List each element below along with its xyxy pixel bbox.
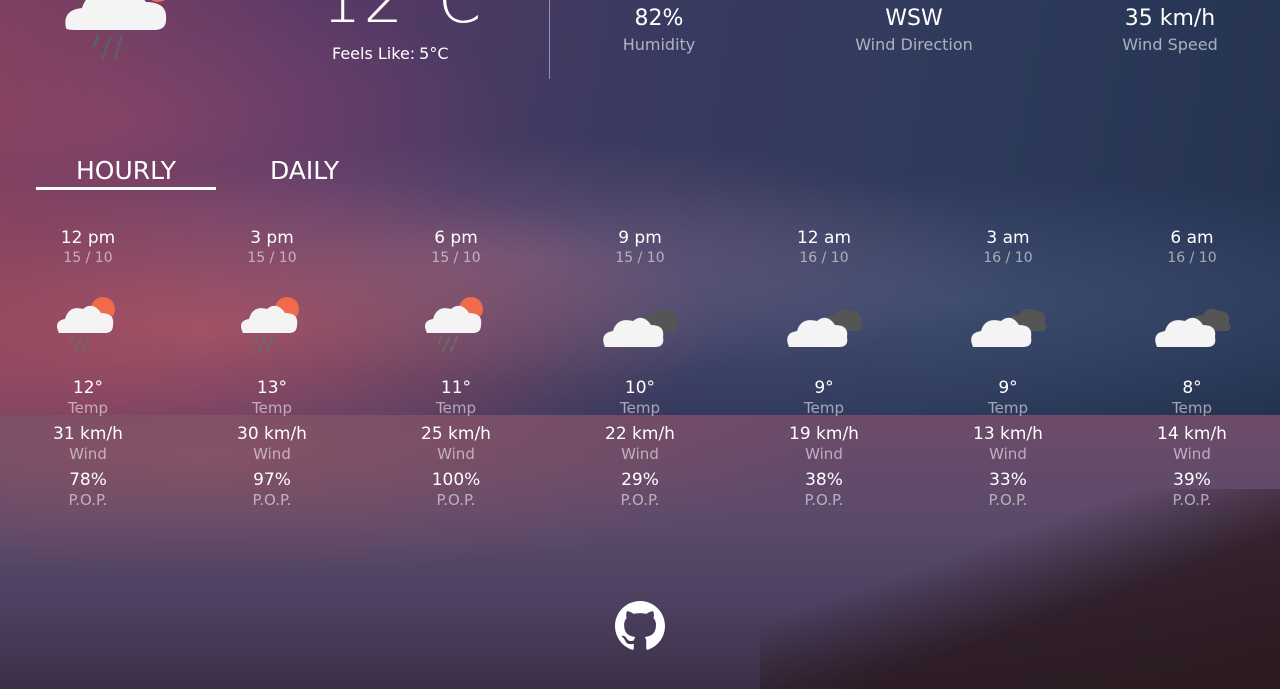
hourly-temp-label: Temp [620,399,660,417]
hourly-range: 16 / 10 [983,250,1033,266]
hourly-wind: 19 km/h [789,424,859,444]
tab-daily[interactable]: DAILY [270,156,339,185]
cloudy-icon [595,289,685,359]
hourly-wind: 13 km/h [973,424,1043,444]
rain-cloud-sun-icon [411,289,501,359]
hourly-temp-label: Temp [988,399,1028,417]
hourly-wind-label: Wind [805,445,843,463]
hourly-time: 3 am [986,228,1030,248]
hourly-temp-label: Temp [1172,399,1212,417]
hourly-time: 3 pm [250,228,294,248]
hourly-time: 12 am [796,228,851,248]
hourly-wind-label: Wind [1173,445,1211,463]
hourly-pop: 100% [431,470,481,490]
hourly-item: 3 am 16 / 10 9° Temp 13 km/h Wind 33% P.O.P. [916,227,1100,515]
hourly-temp: 8° [1182,378,1202,398]
hourly-range: 15 / 10 [615,250,665,266]
hourly-pop-label: P.O.P. [620,491,660,509]
hourly-time: 9 pm [618,228,662,248]
hourly-pop-label: P.O.P. [988,491,1028,509]
hourly-pop: 38% [805,470,843,490]
hourly-pop-label: P.O.P. [436,491,476,509]
hourly-time: 6 pm [434,228,478,248]
humidity-label: Humidity [622,35,696,54]
hourly-wind: 22 km/h [605,424,675,444]
hourly-wind: 14 km/h [1157,424,1227,444]
hourly-wind-label: Wind [253,445,291,463]
hourly-pop-label: P.O.P. [68,491,108,509]
humidity-value: 82% [634,6,684,31]
wind-speed-value: 35 km/h [1124,6,1216,31]
hourly-range: 16 / 10 [1167,250,1217,266]
hourly-wind-label: Wind [69,445,107,463]
rain-cloud-sun-icon [43,289,133,359]
github-icon[interactable] [615,601,665,651]
hourly-temp-label: Temp [436,399,476,417]
hourly-temp: 11° [440,378,472,398]
hourly-pop-label: P.O.P. [1172,491,1212,509]
hourly-range: 15 / 10 [431,250,481,266]
hourly-time: 12 pm [60,228,116,248]
hourly-wind: 30 km/h [237,424,307,444]
hourly-wind: 31 km/h [53,424,123,444]
rain-cloud-sun-icon [227,289,317,359]
hourly-temp: 9° [814,378,834,398]
hourly-item: 12 pm 15 / 10 12° Temp 31 km/h Wind 78% P.O.P. [0,227,180,515]
wind-direction-stat: WSW Wind Direction [814,6,1014,54]
cloudy-icon [963,289,1053,359]
hourly-temp: 9° [998,378,1018,398]
hourly-temp: 10° [624,378,656,398]
current-temperature: 12°C [322,0,484,37]
divider [549,0,550,79]
hourly-pop: 78% [69,470,107,490]
hourly-pop-label: P.O.P. [252,491,292,509]
hourly-range: 15 / 10 [63,250,113,266]
hourly-wind-label: Wind [621,445,659,463]
hourly-item: 6 pm 15 / 10 11° Temp 25 km/h Wind 100% P.O.P. [364,227,548,515]
hourly-pop: 97% [253,470,291,490]
hourly-temp: 13° [256,378,288,398]
hourly-pop: 29% [621,470,659,490]
hourly-pop-label: P.O.P. [804,491,844,509]
hourly-temp: 12° [72,378,104,398]
feels-like: Feels Like: 5°C [332,44,449,63]
hourly-temp-label: Temp [252,399,292,417]
hourly-wind: 25 km/h [421,424,491,444]
cloudy-icon [779,289,869,359]
wind-direction-value: WSW [885,6,943,31]
tab-hourly[interactable]: HOURLY [36,156,216,190]
hourly-temp-label: Temp [804,399,844,417]
feels-like-value: 5°C [419,44,449,63]
hourly-forecast: 12 pm 15 / 10 12° Temp 31 km/h Wind 78% P.O.P. 3… [0,227,1280,537]
wind-speed-label: Wind Speed [1122,35,1218,54]
rain-cloud-sun-icon [58,0,178,63]
hourly-wind-label: Wind [437,445,475,463]
hourly-time: 6 am [1170,228,1214,248]
humidity-stat: 82% Humidity [559,6,759,54]
hourly-temp-label: Temp [68,399,108,417]
hourly-item: 12 am 16 / 10 9° Temp 19 km/h Wind 38% P.O.P. [732,227,916,515]
feels-like-label: Feels Like: [332,44,416,63]
cloudy-icon [1147,289,1237,359]
hourly-pop: 33% [989,470,1027,490]
hourly-pop: 39% [1173,470,1211,490]
hourly-item: 3 pm 15 / 10 13° Temp 30 km/h Wind 97% P.O.P. [180,227,364,515]
wind-speed-stat: 35 km/h Wind Speed [1070,6,1270,54]
hourly-range: 15 / 10 [247,250,297,266]
hourly-wind-label: Wind [989,445,1027,463]
hourly-item: 9 pm 15 / 10 10° Temp 22 km/h Wind 29% P.O.P. [548,227,732,515]
wind-direction-label: Wind Direction [855,35,973,54]
hourly-range: 16 / 10 [799,250,849,266]
hourly-item: 6 am 16 / 10 8° Temp 14 km/h Wind 39% P.O.P. [1100,227,1280,515]
